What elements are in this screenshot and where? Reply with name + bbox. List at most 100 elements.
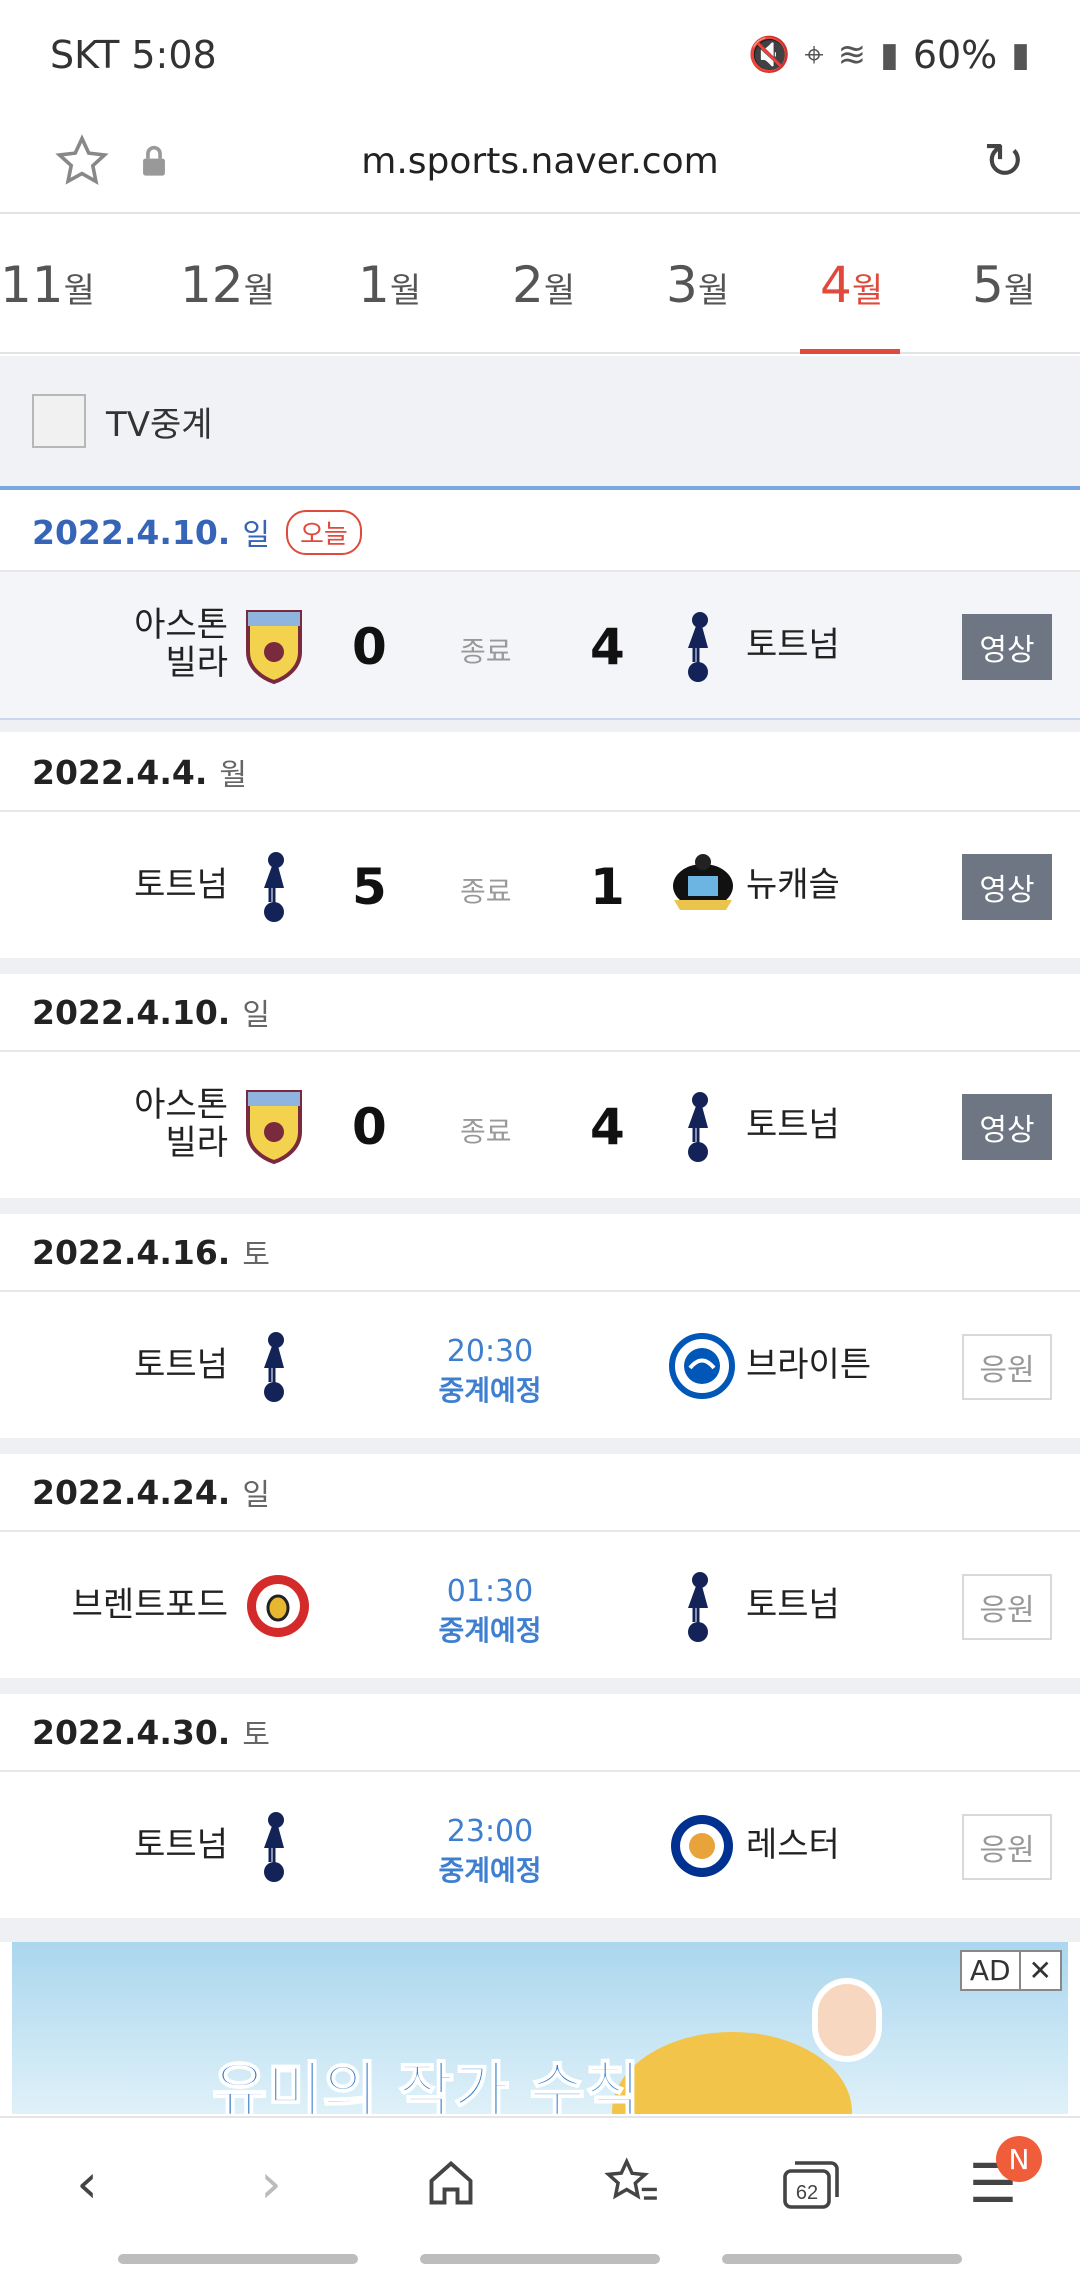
date-row: 2022.4.24. 일 bbox=[0, 1454, 1080, 1532]
home-team: 토트넘 bbox=[134, 865, 228, 905]
ad-badge: AD ✕ bbox=[959, 1950, 1062, 1991]
match-date: 2022.4.10. bbox=[32, 992, 231, 1032]
tottenham-crest-icon bbox=[688, 1572, 708, 1642]
ad-banner[interactable]: 유미의 작가 수칙 AD ✕ bbox=[12, 1942, 1068, 2114]
tab-month-5[interactable]: 5월 bbox=[972, 256, 1035, 314]
match-date: 2022.4.30. bbox=[32, 1712, 231, 1752]
reload-icon[interactable]: ↻ bbox=[983, 132, 1025, 190]
home-icon[interactable] bbox=[416, 2148, 486, 2218]
match-row[interactable]: 브렌트포드 01:30 중계예정 토트넘 응원 bbox=[0, 1532, 1080, 1678]
tv-filter: TV중계 bbox=[0, 356, 1080, 490]
match-weekday: 일 bbox=[242, 998, 270, 1033]
back-icon[interactable]: ‹ bbox=[52, 2148, 122, 2218]
tottenham-crest-icon bbox=[264, 1332, 284, 1402]
tab-count: 62 bbox=[796, 2182, 818, 2204]
match-row[interactable]: 토트넘 5 종료 1 뉴캐슬 영상 bbox=[0, 812, 1080, 958]
home-score: 0 bbox=[352, 618, 387, 676]
video-button[interactable]: 영상 bbox=[962, 614, 1052, 680]
broadcast-scheduled: 중계예정 bbox=[438, 1374, 542, 1407]
forward-icon[interactable]: › bbox=[236, 2148, 306, 2218]
bookmarks-icon[interactable] bbox=[596, 2148, 666, 2218]
ad-close-icon[interactable]: ✕ bbox=[1018, 1952, 1060, 1989]
tabs-icon[interactable]: 62 bbox=[776, 2148, 846, 2218]
match-weekday: 월 bbox=[219, 758, 247, 793]
match-weekday: 토 bbox=[242, 1718, 270, 1753]
tv-checkbox[interactable] bbox=[32, 394, 86, 448]
tab-month-2[interactable]: 2월 bbox=[512, 256, 575, 314]
home-score: 0 bbox=[352, 1098, 387, 1156]
tab-month-4[interactable]: 4월 bbox=[820, 256, 883, 314]
cheer-button[interactable]: 응원 bbox=[962, 1574, 1052, 1640]
menu-icon[interactable]: ☰ N bbox=[958, 2136, 1042, 2218]
away-score: 4 bbox=[590, 618, 625, 676]
day-block: 2022.4.24. 일 브렌트포드 01:30 중계예정 토트넘 응원 bbox=[0, 1454, 1080, 1678]
kickoff-time: 23:00 bbox=[446, 1814, 534, 1849]
video-button[interactable]: 영상 bbox=[962, 854, 1052, 920]
match-status: 종료 bbox=[460, 875, 512, 908]
match-status: 종료 bbox=[460, 635, 512, 668]
mute-icon: 🔇 bbox=[748, 35, 791, 75]
tottenham-crest-icon bbox=[688, 612, 708, 682]
battery-level: 60% bbox=[912, 33, 998, 77]
lock-icon bbox=[143, 145, 165, 176]
date-row: 2022.4.16. 토 bbox=[0, 1214, 1080, 1292]
ad-title: 유미의 작가 수칙 bbox=[211, 2055, 641, 2114]
brighton-crest-icon bbox=[669, 1333, 735, 1399]
browser-bottom-nav: ‹ › 62 ☰ N bbox=[0, 2116, 1080, 2236]
newcastle-crest-icon bbox=[673, 854, 733, 910]
carrier-time: SKT 5:08 bbox=[50, 33, 217, 77]
active-tab-indicator bbox=[800, 349, 900, 354]
status-icons: 🔇 ⌖ ≋ ▮ 60% ▮ bbox=[748, 33, 1030, 77]
kickoff-time: 20:30 bbox=[446, 1334, 534, 1369]
match-weekday: 토 bbox=[242, 1238, 270, 1273]
home-team: 아스톤 빌라 bbox=[134, 1085, 228, 1163]
away-team: 토트넘 bbox=[746, 1105, 840, 1145]
match-row[interactable]: 토트넘 23:00 중계예정 레스터 응원 bbox=[0, 1772, 1080, 1918]
broadcast-scheduled: 중계예정 bbox=[438, 1614, 542, 1647]
home-score: 5 bbox=[352, 858, 387, 916]
tab-month-3[interactable]: 3월 bbox=[666, 256, 729, 314]
gesture-bar-right bbox=[722, 2254, 962, 2264]
video-button[interactable]: 영상 bbox=[962, 1094, 1052, 1160]
date-row: 2022.4.30. 토 bbox=[0, 1694, 1080, 1772]
ad-label: AD bbox=[969, 1954, 1011, 1987]
match-row[interactable]: 아스톤 빌라 0 종료 4 토트넘 영상 bbox=[0, 1052, 1080, 1198]
section-divider bbox=[0, 1678, 1080, 1694]
cheer-button[interactable]: 응원 bbox=[962, 1814, 1052, 1880]
section-divider bbox=[0, 718, 1080, 732]
gesture-bar-center bbox=[420, 2254, 660, 2264]
kickoff-time: 01:30 bbox=[446, 1574, 534, 1609]
date-row: 2022.4.10. 일 bbox=[0, 974, 1080, 1052]
away-team: 토트넘 bbox=[746, 625, 840, 665]
match-row[interactable]: 아스톤 빌라 0 종료 4 토트넘 영상 bbox=[0, 572, 1080, 718]
aston-villa-crest-icon bbox=[246, 1090, 302, 1164]
notification-badge: N bbox=[996, 2136, 1042, 2182]
brentford-crest-icon bbox=[247, 1575, 309, 1637]
location-icon: ⌖ bbox=[804, 35, 824, 75]
away-team: 토트넘 bbox=[746, 1585, 840, 1625]
tab-month-12[interactable]: 12월 bbox=[180, 256, 275, 314]
tottenham-crest-icon bbox=[688, 1092, 708, 1162]
away-score: 1 bbox=[590, 858, 625, 916]
status-bar: SKT 5:08 🔇 ⌖ ≋ ▮ 60% ▮ bbox=[0, 0, 1080, 110]
home-team: 아스톤 빌라 bbox=[134, 605, 228, 683]
wifi-icon: ≋ bbox=[837, 35, 867, 75]
tab-month-11[interactable]: 11월 bbox=[0, 256, 95, 314]
section-divider bbox=[0, 958, 1080, 974]
aston-villa-crest-icon bbox=[246, 610, 302, 684]
match-row[interactable]: 토트넘 20:30 중계예정 브라이튼 응원 bbox=[0, 1292, 1080, 1438]
match-status: 종료 bbox=[460, 1115, 512, 1148]
tottenham-crest-icon bbox=[264, 852, 284, 922]
gesture-bar-left bbox=[118, 2254, 358, 2264]
match-date: 2022.4.16. bbox=[32, 1232, 231, 1272]
address-bar: m.sports.naver.com ↻ bbox=[0, 110, 1080, 214]
bookmark-star-icon[interactable] bbox=[55, 134, 109, 188]
home-team: 브렌트포드 bbox=[71, 1585, 228, 1625]
cheer-button[interactable]: 응원 bbox=[962, 1334, 1052, 1400]
section-divider bbox=[0, 1918, 1080, 1942]
section-divider bbox=[0, 1198, 1080, 1214]
tab-month-1[interactable]: 1월 bbox=[358, 256, 421, 314]
away-team: 레스터 bbox=[746, 1825, 840, 1865]
kickoff-info: 01:30 중계예정 bbox=[430, 1574, 550, 1649]
home-team: 토트넘 bbox=[134, 1345, 228, 1385]
